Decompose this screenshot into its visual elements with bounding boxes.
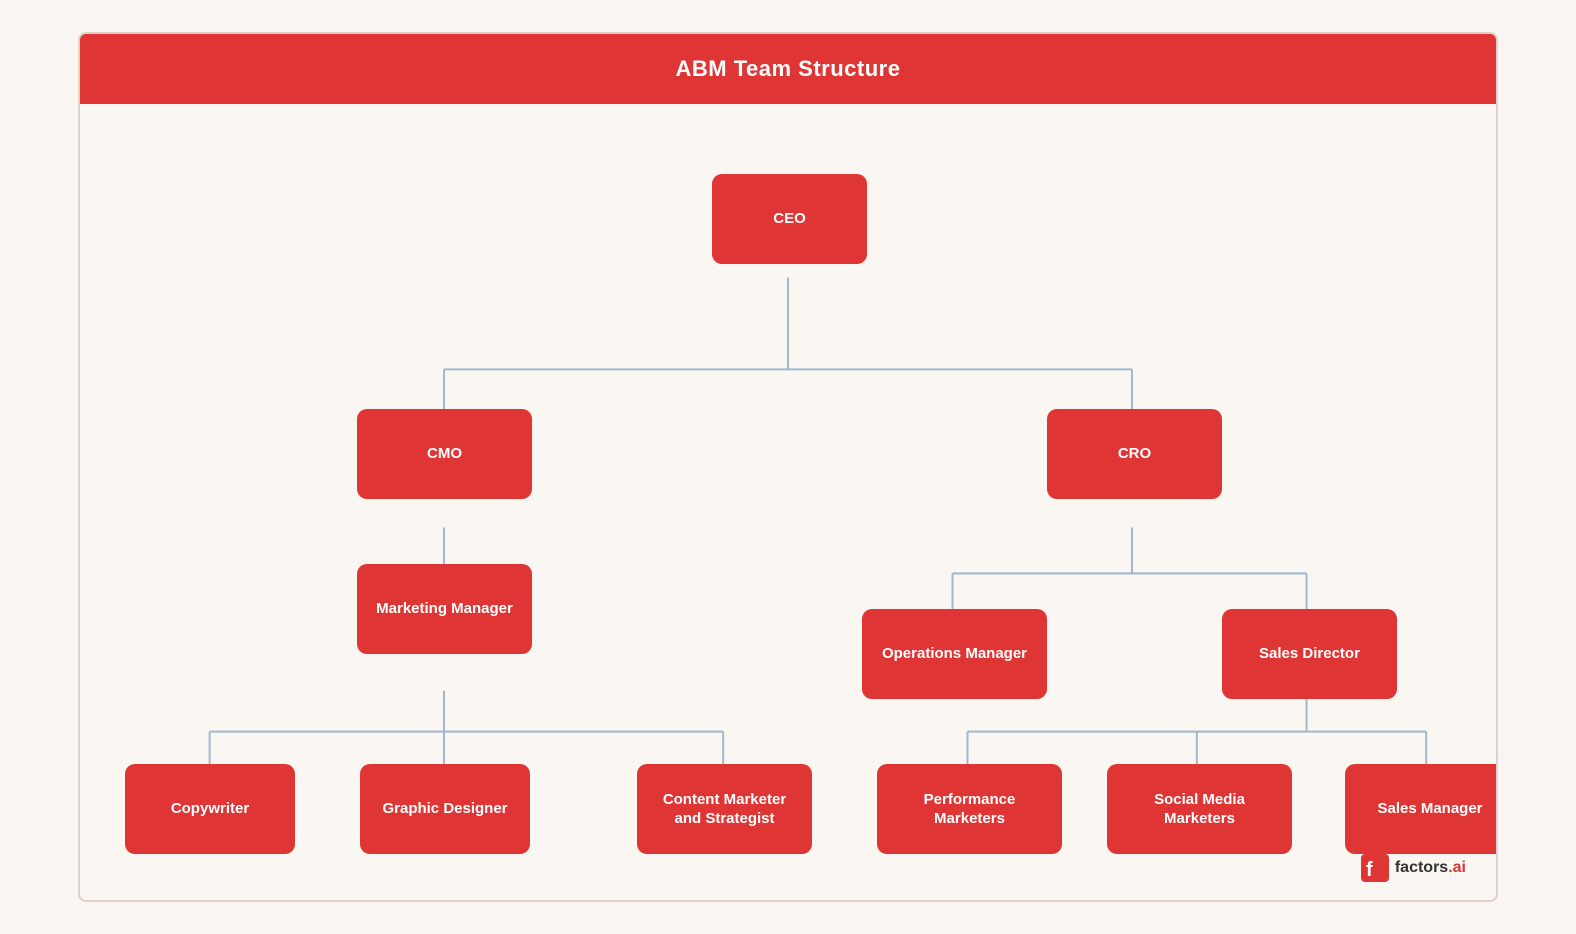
org-chart-container: ABM Team Structure [78, 32, 1498, 902]
node-social-media-marketers: Social Media Marketers [1107, 764, 1292, 854]
logo-icon: f [1361, 854, 1389, 882]
node-graphic-designer: Graphic Designer [360, 764, 530, 854]
logo-text: factors.ai [1395, 859, 1466, 877]
node-ceo: CEO [712, 174, 867, 264]
node-sales-director: Sales Director [1222, 609, 1397, 699]
node-marketing-manager: Marketing Manager [357, 564, 532, 654]
node-copywriter: Copywriter [125, 764, 295, 854]
node-cro: CRO [1047, 409, 1222, 499]
node-sales-manager: Sales Manager [1345, 764, 1498, 854]
node-cmo: CMO [357, 409, 532, 499]
logo-area: f factors.ai [1361, 854, 1466, 882]
logo-dot: .ai [1448, 859, 1466, 876]
chart-title: ABM Team Structure [676, 56, 901, 82]
node-operations-manager: Operations Manager [862, 609, 1047, 699]
svg-text:f: f [1366, 859, 1373, 881]
node-performance-marketers: Performance Marketers [877, 764, 1062, 854]
node-content-marketer: Content Marketer and Strategist [637, 764, 812, 854]
chart-header: ABM Team Structure [80, 34, 1496, 104]
chart-area: CEO CMO CRO Marketing Manager Operations… [80, 104, 1496, 900]
